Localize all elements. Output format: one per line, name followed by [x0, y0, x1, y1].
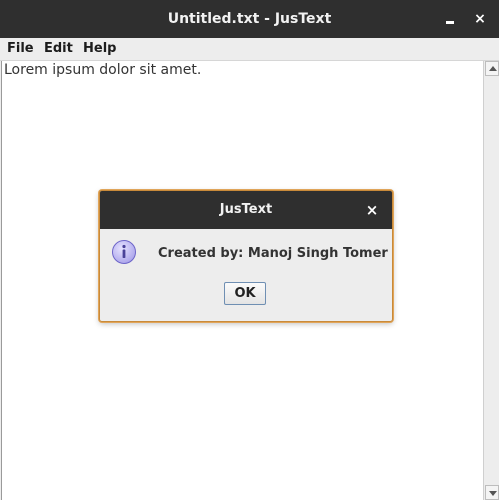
dialog-titlebar[interactable]: JusText ×	[100, 191, 392, 229]
scroll-down-button[interactable]	[485, 485, 499, 500]
arrow-up-icon	[489, 66, 497, 71]
menu-edit[interactable]: Edit	[44, 38, 73, 60]
info-icon	[112, 240, 136, 264]
editor-content[interactable]: Lorem ipsum dolor sit amet.	[4, 61, 201, 79]
about-dialog: JusText × Created by: Manoj Singh Tomer …	[99, 190, 393, 322]
ok-button[interactable]: OK	[224, 282, 266, 305]
window-titlebar[interactable]: Untitled.txt - JusText ×	[0, 0, 499, 38]
dialog-message: Created by: Manoj Singh Tomer	[158, 246, 388, 261]
menu-bar: File Edit Help	[0, 38, 499, 61]
main-window: Untitled.txt - JusText × File Edit Help …	[0, 0, 499, 500]
arrow-down-icon	[489, 491, 497, 496]
vertical-scrollbar[interactable]	[483, 61, 499, 500]
minimize-icon	[446, 21, 454, 24]
minimize-button[interactable]	[440, 9, 460, 29]
menu-help[interactable]: Help	[83, 38, 116, 60]
menu-file[interactable]: File	[7, 38, 34, 60]
scroll-up-button[interactable]	[485, 61, 499, 76]
close-button[interactable]: ×	[470, 9, 490, 29]
window-title: Untitled.txt - JusText	[167, 11, 332, 27]
dialog-close-button[interactable]: ×	[363, 201, 381, 219]
dialog-title: JusText	[219, 202, 273, 217]
